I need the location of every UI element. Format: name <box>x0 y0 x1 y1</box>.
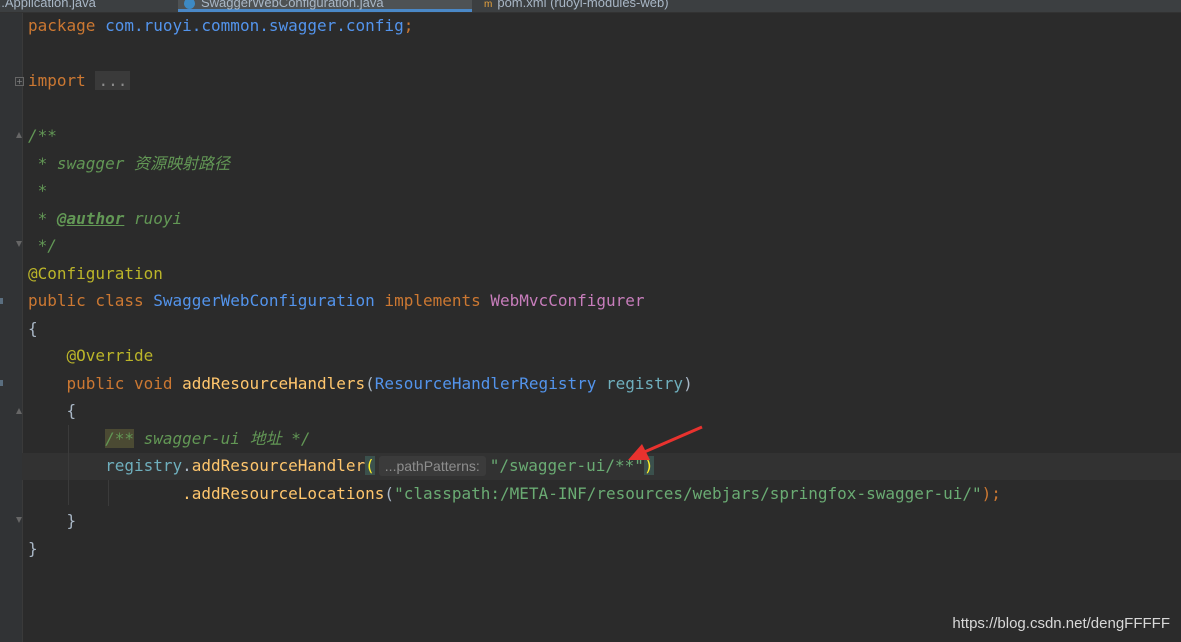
code-line-add-resource-handler: registry.addResourceHandler(...pathPatte… <box>105 456 654 476</box>
editor-tab-bar: ...Application.java SwaggerWebConfigurat… <box>0 0 1181 13</box>
tab-swagger-web-configuration[interactable]: SwaggerWebConfiguration.java <box>178 0 472 12</box>
code-line-method-declaration: public void addResourceHandlers(Resource… <box>66 374 693 393</box>
parameter-hint: ...pathPatterns: <box>378 456 486 476</box>
tab-label: pom.xml (ruoyi-modules-web) <box>497 0 669 10</box>
code-line-add-resource-locations: .addResourceLocations("classpath:/META-I… <box>182 484 1001 503</box>
java-class-icon <box>184 0 195 10</box>
fold-end-icon[interactable] <box>15 517 24 526</box>
tab-label: SwaggerWebConfiguration.java <box>201 0 384 10</box>
code-line-method-brace-close: } <box>66 511 77 530</box>
code-line-doc-open: /** <box>28 126 57 145</box>
fold-end-icon[interactable] <box>15 241 24 250</box>
override-marker-icon[interactable] <box>0 380 3 386</box>
maven-icon: m <box>484 0 493 10</box>
tab-pom-xml[interactable]: m pom.xml (ruoyi-modules-web) <box>478 0 675 12</box>
code-line-class-brace-close: } <box>28 539 38 558</box>
code-line-inline-comment: /** swagger-ui 地址 */ <box>105 429 311 448</box>
watermark-text: https://blog.csdn.net/dengFFFFF <box>952 615 1170 632</box>
fold-expand-icon[interactable]: + <box>15 77 24 86</box>
code-line-class-declaration: public class SwaggerWebConfiguration imp… <box>28 291 645 310</box>
tab-label: ...Application.java <box>0 0 96 10</box>
code-line-class-brace-open: { <box>28 319 38 338</box>
code-line-doc-author: * @author ruoyi <box>28 209 183 228</box>
folded-imports[interactable]: ... <box>95 71 131 90</box>
code-line-doc-close: */ <box>28 236 57 255</box>
code-line-import: import ... <box>28 68 131 94</box>
code-line-annotation-override: @Override <box>66 346 154 365</box>
code-line-package: package com.ruoyi.common.swagger.config; <box>28 16 414 35</box>
implementation-marker-icon[interactable] <box>0 298 3 304</box>
tab-application[interactable]: ...Application.java <box>0 0 102 12</box>
fold-collapse-icon[interactable] <box>15 407 24 416</box>
editor-gutter <box>0 13 23 642</box>
code-line-doc-2: * <box>28 181 48 200</box>
code-line-doc-1: * swagger 资源映射路径 <box>28 154 230 173</box>
code-line-method-brace-open: { <box>66 401 77 420</box>
fold-collapse-icon[interactable] <box>15 131 24 140</box>
code-line-annotation-configuration: @Configuration <box>28 264 163 283</box>
red-arrow-icon <box>628 425 703 460</box>
